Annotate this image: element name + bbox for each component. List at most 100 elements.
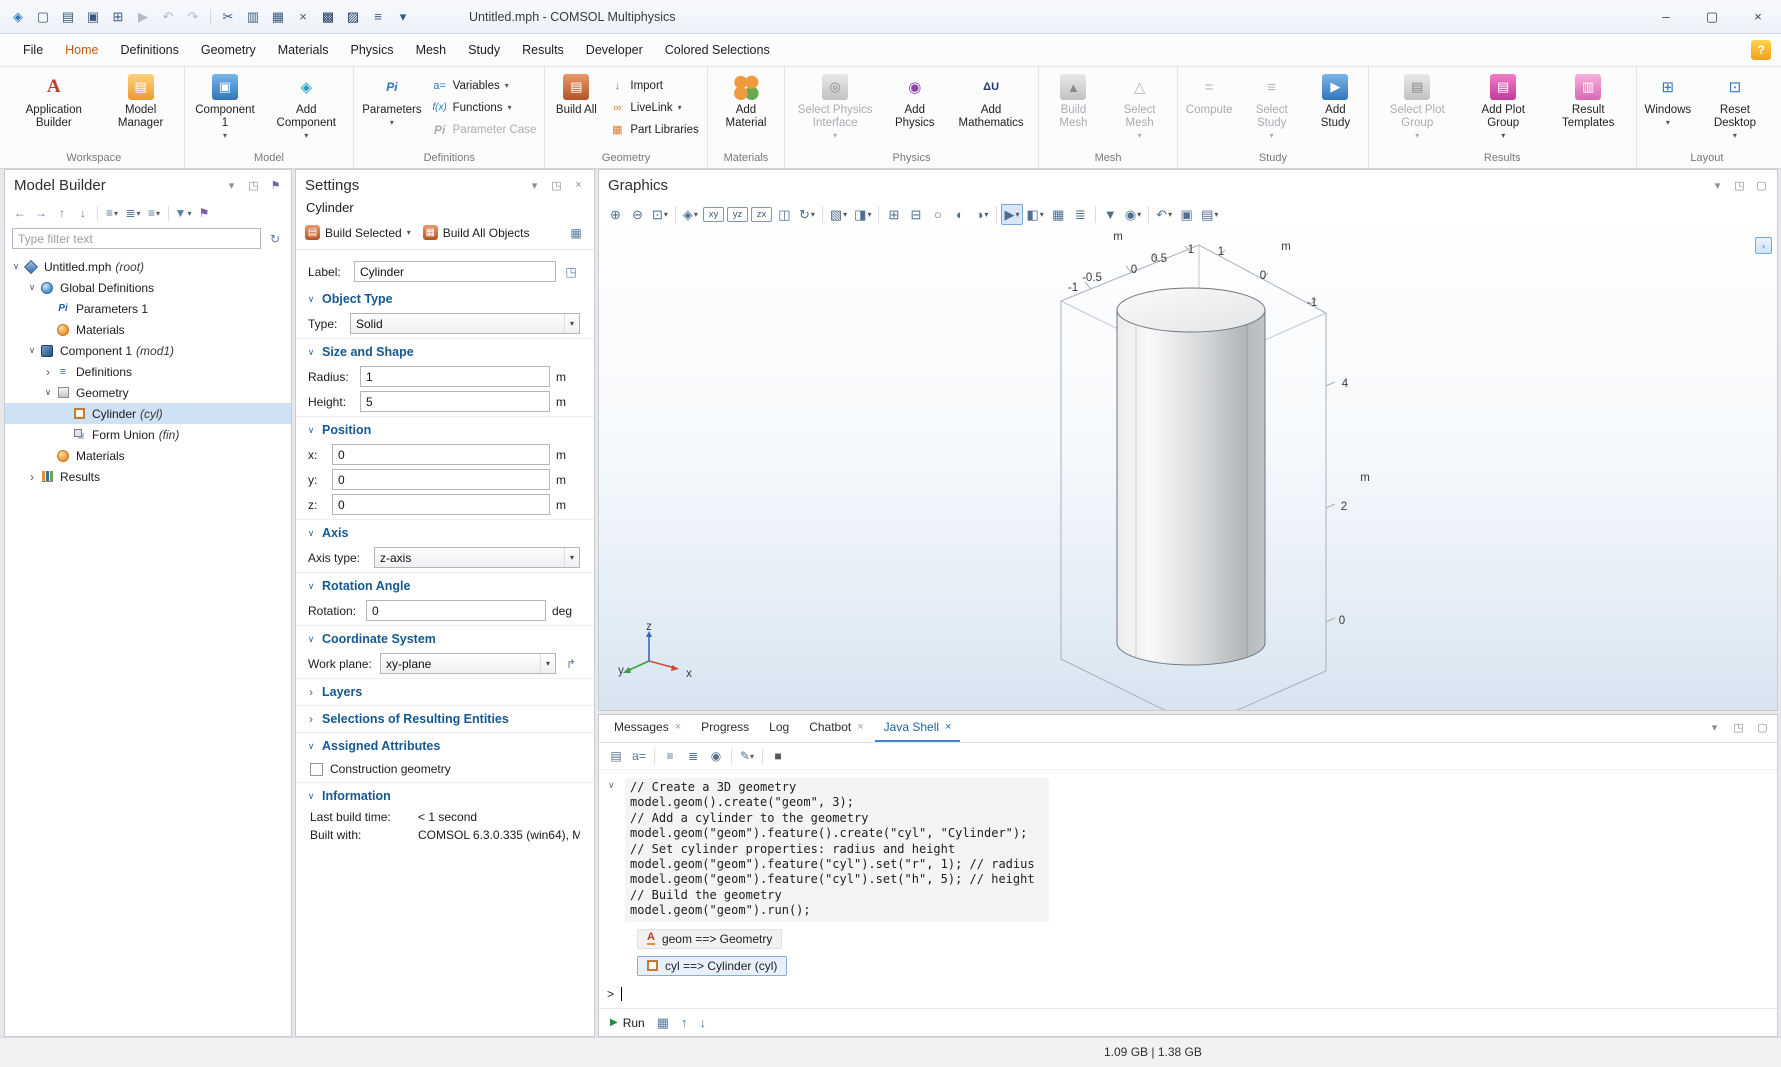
scene-appearance-icon[interactable]: ▧▾ — [827, 204, 850, 225]
section-header-assigned-attributes[interactable]: ∨ Assigned Attributes — [296, 733, 594, 756]
load-history-icon[interactable]: ▤ — [606, 746, 626, 766]
maximize-button[interactable]: ▢ — [1689, 0, 1735, 33]
z-input[interactable] — [332, 494, 550, 515]
build-mesh-button[interactable]: ▲ Build Mesh — [1042, 67, 1105, 148]
menu-tab-home[interactable]: Home — [54, 35, 109, 65]
save-icon[interactable]: ▣ — [81, 5, 105, 29]
material-rendering-icon[interactable]: ◉▾ — [1122, 204, 1144, 225]
zoom-out-icon[interactable]: ⊖ — [627, 204, 648, 225]
select-physics-interface-button[interactable]: ◎ Select Physics Interface ▾ — [788, 67, 882, 148]
import-button[interactable]: ↓ Import — [609, 76, 698, 95]
add-study-button[interactable]: ▶ Add Study — [1306, 67, 1364, 148]
expander-icon[interactable]: › — [41, 367, 55, 377]
refresh-icon[interactable]: ↻ — [266, 229, 284, 248]
stop-script-icon[interactable]: ■ — [768, 746, 788, 766]
expander-icon[interactable]: › — [25, 472, 39, 482]
section-header-rotation[interactable]: ∨ Rotation Angle — [296, 573, 594, 596]
select-box-icon[interactable]: ⊞ — [883, 204, 904, 225]
tree-item-cylinder[interactable]: Cylinder (cyl) — [5, 403, 291, 424]
tree-item-component-1[interactable]: ∨ Component 1 (mod1) — [5, 340, 291, 361]
work-plane-select[interactable]: xy-plane ▾ — [380, 653, 556, 674]
tree-expand-options-icon[interactable]: ≣▾ — [124, 204, 142, 223]
tree-item-geometry[interactable]: ∨ Geometry — [5, 382, 291, 403]
part-libraries-button[interactable]: ▦ Part Libraries — [609, 120, 698, 139]
x-input[interactable] — [332, 444, 550, 465]
menu-tab-developer[interactable]: Developer — [575, 35, 654, 65]
deselect-box-icon[interactable]: ⊟ — [905, 204, 926, 225]
maximize-panel-icon[interactable]: ▢ — [1754, 719, 1771, 736]
build-all-button[interactable]: ▤ Build All — [548, 67, 604, 148]
parameter-case-button[interactable]: Pi Parameter Case — [432, 120, 537, 139]
clipping-icon[interactable]: ◑▾ — [971, 204, 992, 225]
snapshot-icon[interactable]: ▣ — [1176, 204, 1197, 225]
add-mathematics-button[interactable]: ΔU Add Mathematics — [947, 67, 1035, 148]
height-input[interactable] — [360, 391, 550, 412]
split-horizontal-icon[interactable]: ◧▾ — [1024, 204, 1047, 225]
float-panel-icon[interactable]: ◳ — [245, 177, 262, 194]
go-to-zx-view-icon[interactable]: zx — [751, 207, 772, 222]
tab-log[interactable]: Log — [760, 715, 798, 742]
section-header-coordinate-system[interactable]: ∨ Coordinate System — [296, 626, 594, 649]
hide-objects-icon[interactable]: ○ — [927, 204, 948, 225]
go-to-default-view-icon[interactable]: ◈▾ — [680, 204, 701, 225]
build-selected-button[interactable]: ▤ Build Selected ▾ — [305, 225, 411, 240]
menu-tab-materials[interactable]: Materials — [267, 35, 340, 65]
split-vertical-icon[interactable]: ▦ — [1048, 204, 1069, 225]
functions-button[interactable]: f(x) Functions ▾ — [432, 98, 537, 117]
add-component-button[interactable]: ◈ Add Component ▾ — [262, 67, 350, 148]
new-file-icon[interactable]: ▢ — [31, 5, 55, 29]
section-header-selections[interactable]: › Selections of Resulting Entities — [296, 706, 594, 729]
close-panel-icon[interactable]: × — [570, 177, 587, 194]
go-to-source-icon[interactable]: ↱ — [562, 654, 580, 673]
view-grid-icon[interactable]: ▶▾ — [1001, 204, 1022, 225]
next-command-icon[interactable]: ↓ — [700, 1015, 707, 1030]
copy-icon[interactable]: ▥ — [241, 5, 265, 29]
rotation-input[interactable] — [366, 600, 546, 621]
menu-tab-definitions[interactable]: Definitions — [110, 35, 190, 65]
shell-prompt-row[interactable]: > — [607, 987, 1767, 1001]
selection-colors-icon[interactable]: ▼ — [1100, 204, 1121, 225]
move-up-icon[interactable]: ↑ — [53, 204, 71, 223]
select-plot-group-button[interactable]: ▤ Select Plot Group ▾ — [1372, 67, 1463, 148]
filter-icon[interactable]: ▼▾ — [174, 204, 192, 223]
add-material-button[interactable]: Add Material — [711, 67, 781, 148]
section-header-position[interactable]: ∨ Position — [296, 417, 594, 440]
tab-progress[interactable]: Progress — [692, 715, 758, 742]
expand-entries-icon[interactable]: ≣ — [683, 746, 703, 766]
panel-menu-chevron-icon[interactable]: ▾ — [223, 177, 240, 194]
tab-messages[interactable]: Messages × — [605, 715, 690, 742]
reset-desktop-button[interactable]: ⊡ Reset Desktop ▾ — [1696, 67, 1774, 148]
tree-item-results[interactable]: › Results — [5, 466, 291, 487]
edit-label-icon[interactable]: ◳ — [562, 262, 580, 281]
parameters-button[interactable]: Pi Parameters ▾ — [357, 67, 426, 148]
axis-type-select[interactable]: z-axis ▾ — [374, 547, 580, 568]
panel-menu-chevron-icon[interactable]: ▾ — [1709, 177, 1726, 194]
tab-java-shell[interactable]: Java Shell × — [875, 715, 961, 742]
variables-button[interactable]: a= Variables ▾ — [432, 76, 537, 95]
color-scheme-icon[interactable]: ◨▾ — [851, 204, 874, 225]
expander-icon[interactable]: ∨ — [25, 282, 39, 293]
delete-icon[interactable]: × — [291, 5, 315, 29]
cut-icon[interactable]: ✂ — [216, 5, 240, 29]
close-tab-icon[interactable]: × — [675, 722, 681, 732]
run-button[interactable]: ▶ Run — [610, 1016, 645, 1030]
pin-node-icon[interactable]: ⚑ — [195, 204, 213, 223]
preferences-icon[interactable]: ≡ — [366, 5, 390, 29]
sync-icon[interactable]: ↶▾ — [1153, 204, 1175, 225]
add-physics-button[interactable]: ◉ Add Physics — [882, 67, 947, 148]
console-view-icon[interactable]: ▦ — [657, 1015, 669, 1031]
help-icon[interactable]: ? — [1751, 40, 1771, 60]
tree-item-materials-component[interactable]: Materials — [5, 445, 291, 466]
tree-item-definitions[interactable]: › ≡ Definitions — [5, 361, 291, 382]
component-1-button[interactable]: ▣ Component 1 ▾ — [188, 67, 263, 148]
settings-options-icon[interactable]: ▦ — [567, 223, 585, 242]
scroll-lock-icon[interactable]: ◉ — [706, 746, 726, 766]
transparency-icon[interactable]: ◐ — [949, 204, 970, 225]
compute-button[interactable]: = Compute — [1181, 67, 1237, 148]
select-mesh-button[interactable]: △ Select Mesh ▾ — [1105, 67, 1174, 148]
construction-geometry-checkbox[interactable] — [310, 763, 323, 776]
panel-menu-chevron-icon[interactable]: ▾ — [526, 177, 543, 194]
windows-button[interactable]: ⊞ Windows ▾ — [1640, 67, 1696, 148]
expander-icon[interactable]: ∨ — [41, 387, 55, 398]
tree-item-parameters-1[interactable]: Pi Parameters 1 — [5, 298, 291, 319]
